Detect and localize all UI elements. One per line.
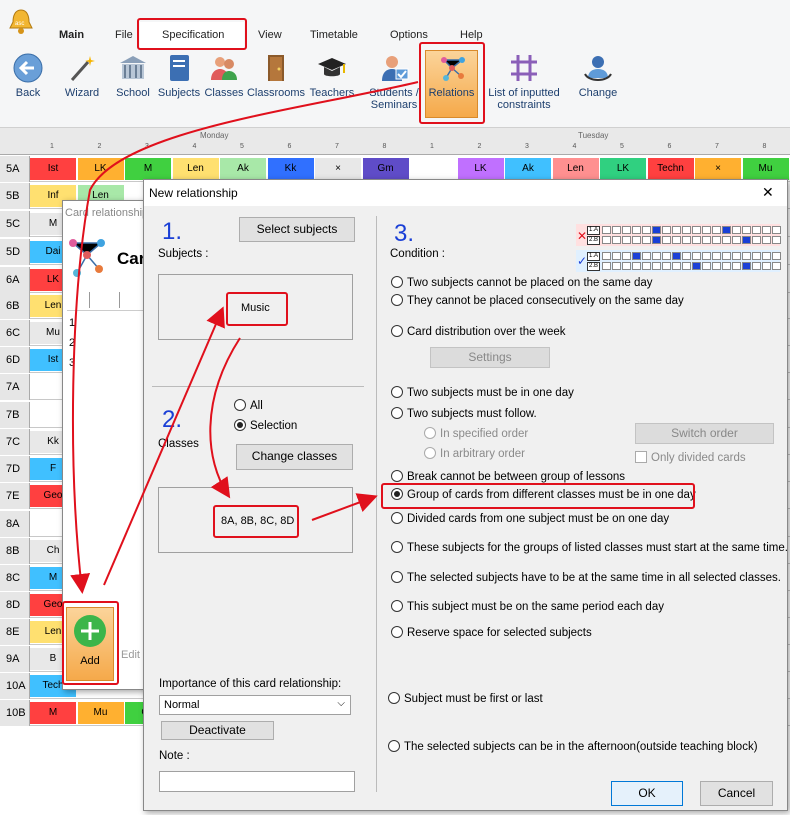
annotation-arrows (70, 81, 419, 594)
